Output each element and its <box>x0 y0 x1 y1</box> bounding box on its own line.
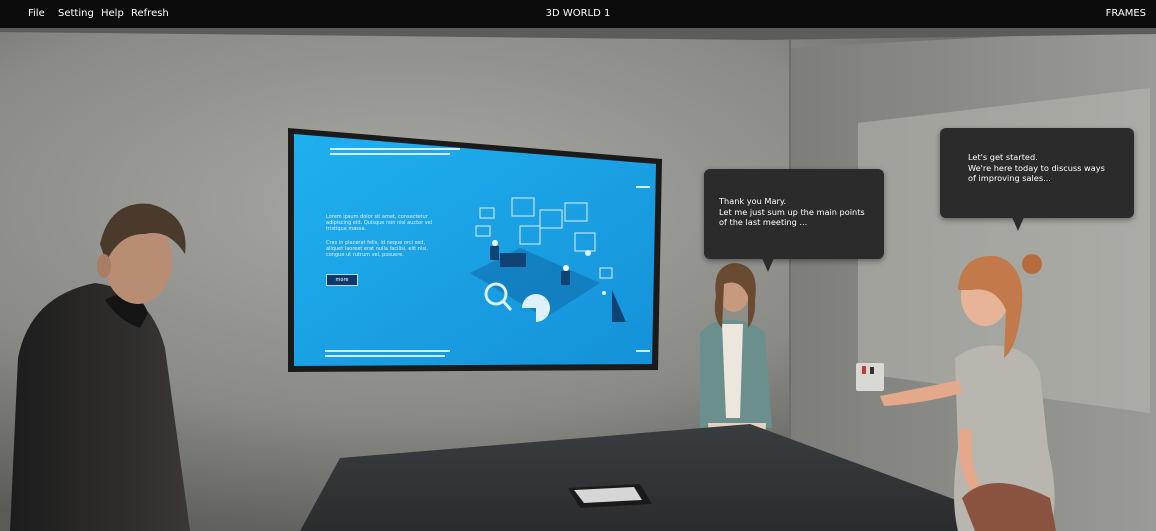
menu-help[interactable]: Help <box>101 0 124 28</box>
3d-viewport[interactable]: Lorem ipsum dolor sit amet, consectetur … <box>0 28 1156 531</box>
tv-screen-content: Lorem ipsum dolor sit amet, consectetur … <box>296 138 658 348</box>
speech-bubble-presenter: Thank you Mary. Let me just sum up the m… <box>704 169 884 272</box>
menu-file[interactable]: File <box>28 0 45 28</box>
bubble-line: Let me just sum up the main points <box>719 206 865 217</box>
menu-setting[interactable]: Setting <box>58 0 94 28</box>
window-title: 3D WORLD 1 <box>545 8 611 19</box>
game-window: File Setting Help Refresh 3D WORLD 1 FRA… <box>0 0 1156 531</box>
bubble-line: of improving sales... <box>968 173 1051 183</box>
bubble-line: We're here today to discuss ways <box>968 162 1105 173</box>
bubble-line: Thank you Mary. <box>719 196 787 206</box>
speech-bubble-host: Let's get started. We're here today to d… <box>940 128 1134 231</box>
screen-paragraph-1: Lorem ipsum dolor sit amet, consectetur … <box>326 214 433 232</box>
screen-more-button: more <box>326 274 358 286</box>
menu-bar: File Setting Help Refresh 3D WORLD 1 FRA… <box>0 0 1156 28</box>
screen-paragraph-2: Cras in placerat felis, id neque orci se… <box>326 240 428 258</box>
menu-refresh[interactable]: Refresh <box>131 0 169 28</box>
frames-button[interactable]: FRAMES <box>1106 0 1146 28</box>
bubble-tail <box>762 258 774 272</box>
bubble-tail <box>1012 217 1024 231</box>
bubble-line: of the last meeting ... <box>719 217 808 227</box>
bubble-line: Let's get started. <box>968 152 1038 162</box>
